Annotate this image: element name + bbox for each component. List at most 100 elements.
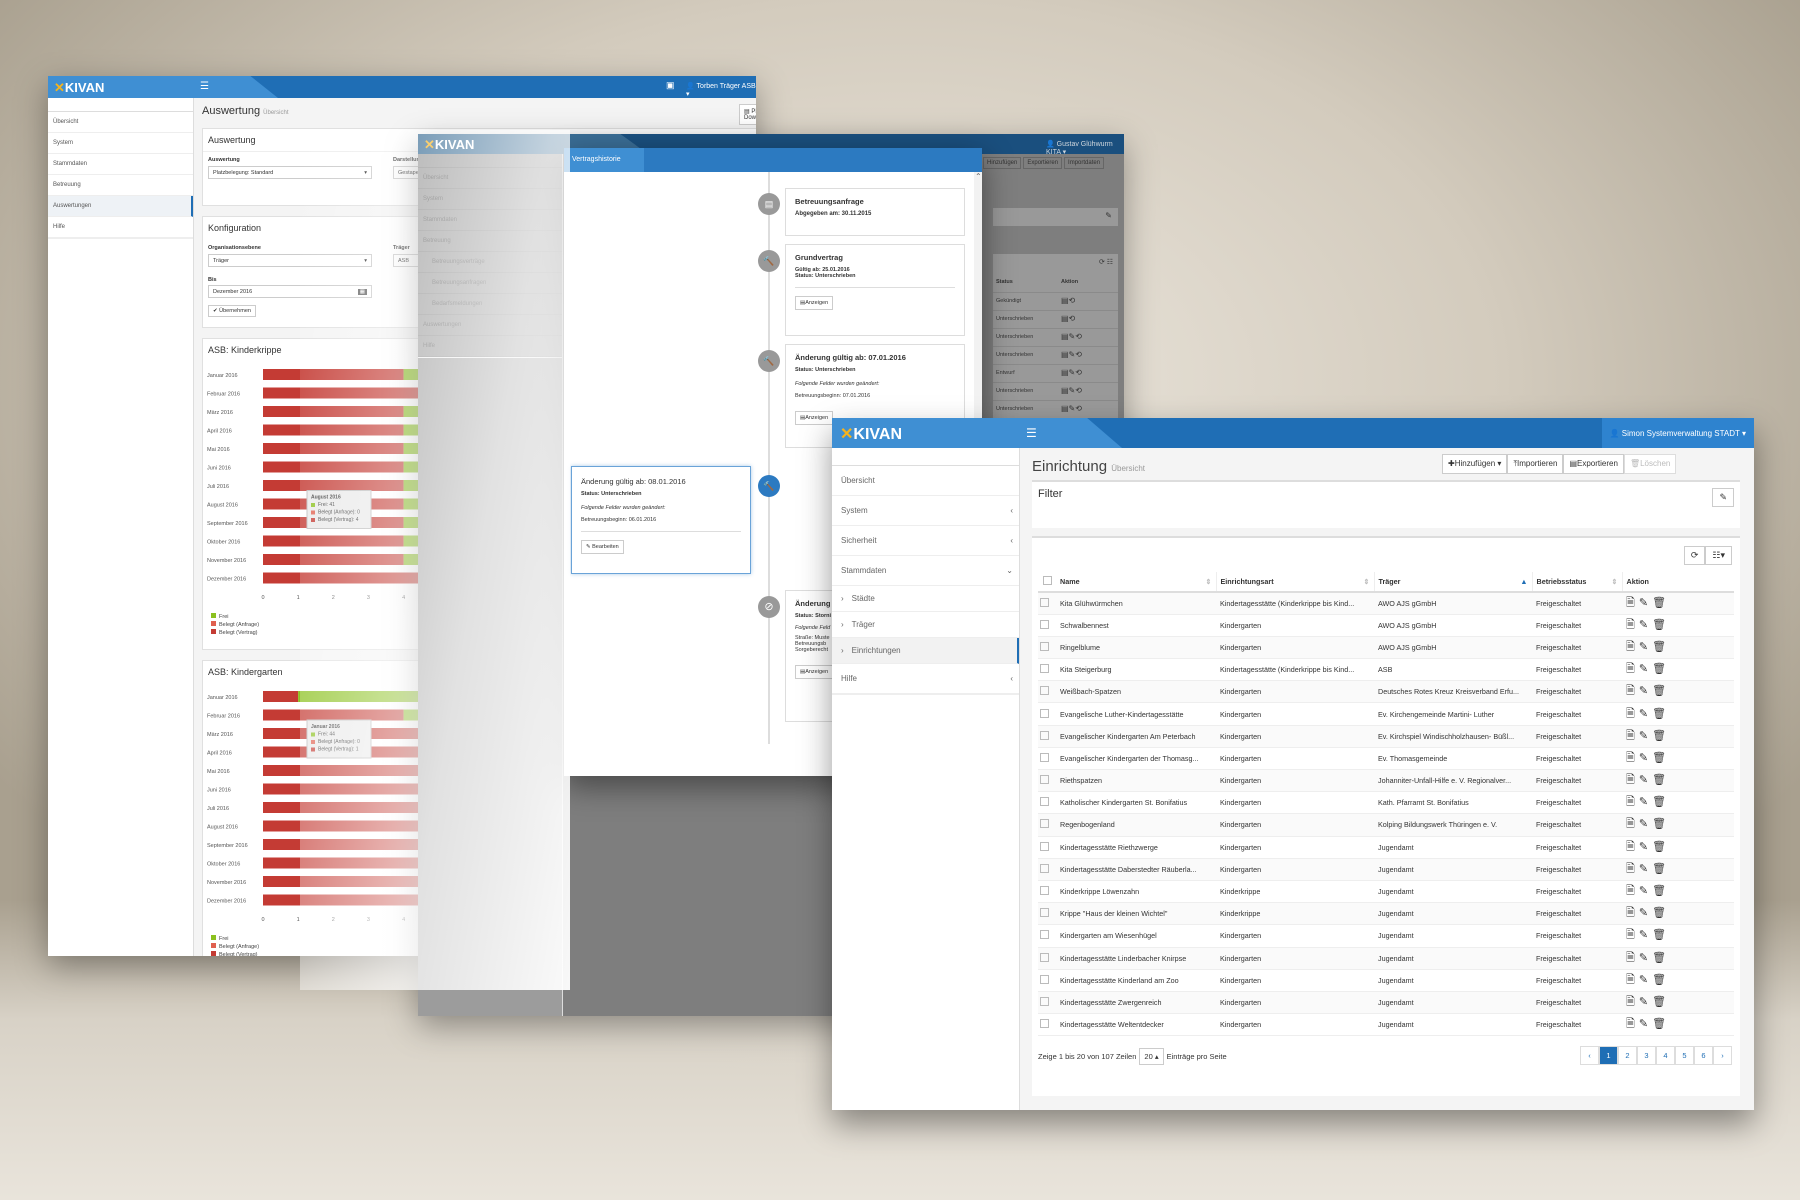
sidebar-item-auswertungen[interactable]: Auswertungen [48, 196, 193, 217]
bar-belegt-vertrag[interactable] [263, 443, 404, 454]
delete-button[interactable]: 🗑Löschen [1623, 454, 1677, 474]
sort-icon[interactable]: ⇕ [1363, 577, 1369, 586]
pdf-download-button[interactable]: ▤ PDF Download [739, 104, 756, 125]
column-header-betriebsstatus[interactable]: Betriebsstatus ⇕ [1531, 572, 1622, 592]
auswertung-select[interactable]: Platzbelegung: Standard ▾ [208, 166, 372, 179]
row-checkbox[interactable] [1040, 996, 1049, 1006]
sidebar-item-betreuungsvertraege[interactable]: Betreuungsverträge [418, 252, 562, 273]
user-menu[interactable]: 👤 Torben Träger ASB ▾ [686, 82, 756, 98]
row-checkbox[interactable] [1040, 730, 1049, 740]
trash-icon[interactable]: 🗑 [1652, 730, 1666, 742]
menu-toggle-icon[interactable]: ☰ [200, 81, 209, 92]
trash-icon[interactable]: 🗑 [1652, 641, 1666, 653]
row-checkbox[interactable] [1040, 597, 1049, 607]
row-checkbox[interactable] [1040, 686, 1049, 696]
table-row[interactable]: Unterschrieben ▤✎⟲ [993, 400, 1118, 418]
prev-page-button[interactable]: ‹ [1580, 1046, 1599, 1065]
bar-belegt-vertrag[interactable] [263, 765, 439, 776]
trash-icon[interactable]: 🗑 [1652, 952, 1666, 964]
sidebar-item-sicherheit[interactable]: Sicherheit ‹ [832, 526, 1019, 556]
trash-icon[interactable]: 🗑 [1652, 796, 1666, 808]
sidebar-item-stammdaten[interactable]: Stammdaten [48, 154, 193, 175]
table-row[interactable]: Kindergarten am Wiesenhügel Kindergarten J… [1038, 925, 1734, 947]
table-row[interactable]: Regenbogenland Kindergarten Kolping Bildun… [1038, 813, 1734, 837]
document-icon[interactable]: 🗎 [1626, 929, 1635, 941]
row-checkbox[interactable] [1040, 797, 1049, 807]
row-checkbox[interactable] [1040, 619, 1049, 629]
edit-icon[interactable]: ✎ [1639, 752, 1648, 764]
bar-belegt-vertrag[interactable] [263, 461, 404, 473]
edit-icon[interactable]: ✎ [1639, 1018, 1648, 1030]
edit-icon[interactable]: ✎ [1639, 730, 1648, 742]
select-all-checkbox[interactable] [1042, 576, 1052, 585]
anzeigen-button[interactable]: ▤Anzeigen [795, 296, 834, 310]
trash-icon[interactable]: 🗑 [1652, 929, 1666, 941]
row-checkbox[interactable] [1040, 752, 1049, 762]
table-row[interactable]: Kindertagesstätte Daberstedter Räuberla.… [1038, 858, 1734, 881]
document-icon[interactable]: 🗎 [1626, 841, 1635, 853]
row-checkbox[interactable] [1040, 1019, 1049, 1029]
sidebar-item-uebersicht[interactable]: Übersicht [418, 168, 562, 189]
table-row[interactable]: Kita Glühwürmchen Kindertagesstätte (Kind… [1038, 592, 1734, 615]
table-row[interactable]: Kindertagesstätte Weltentdecker Kindergar… [1038, 1014, 1734, 1036]
table-row[interactable]: Entwurf ▤✎⟲ [993, 364, 1118, 382]
table-row[interactable]: Ringelblume Kindergarten AWO AJS gGmbH Frei… [1038, 636, 1734, 659]
column-header-name[interactable]: Name ⇕ [1056, 572, 1216, 592]
trash-icon[interactable]: 🗑 [1652, 996, 1666, 1008]
action-icons[interactable]: ▤✎⟲ [1061, 332, 1082, 341]
action-icons[interactable]: ▤⟲ [1061, 314, 1075, 323]
sidebar-item-uebersicht[interactable]: Übersicht [832, 466, 1019, 496]
table-row[interactable]: Kindertagesstätte Kinderland am Zoo Kinde… [1038, 969, 1734, 992]
edit-icon[interactable]: ✎ [1639, 597, 1648, 609]
edit-icon[interactable]: ✎ [1639, 841, 1648, 853]
bar-belegt-vertrag[interactable] [263, 480, 404, 491]
bar-belegt-vertrag[interactable] [263, 406, 404, 417]
row-checkbox[interactable] [1040, 863, 1049, 873]
document-icon[interactable]: 🗎 [1626, 685, 1635, 697]
table-row[interactable]: Weißbach-Spatzen Kindergarten Deutsches Ro… [1038, 680, 1734, 703]
action-icons[interactable]: ▤✎⟲ [1061, 404, 1082, 413]
document-icon[interactable]: 🗎 [1626, 974, 1635, 986]
table-tools[interactable]: ⟳ ☷ [1099, 258, 1113, 266]
table-row[interactable]: Evangelischer Kindergarten der Thomasg..… [1038, 747, 1734, 770]
trash-icon[interactable]: 🗑 [1652, 841, 1666, 853]
toolbar-button-importdaten[interactable]: Importdaten [1064, 157, 1105, 169]
document-icon[interactable]: 🗎 [1626, 796, 1635, 808]
sort-icon[interactable]: ⇕ [1611, 577, 1617, 586]
table-row[interactable]: Gekündigt ▤⟲ [993, 292, 1118, 310]
bearbeiten-button[interactable]: ✎ Bearbeiten [581, 540, 624, 554]
sidebar-item-betreuung[interactable]: Betreuung [48, 175, 193, 196]
action-icons[interactable]: ▤✎⟲ [1061, 386, 1082, 395]
import-button[interactable]: ⤒Importieren [1507, 454, 1564, 474]
edit-icon[interactable]: ✎ [1639, 885, 1648, 897]
sidebar-item-staedte[interactable]: › Städte [832, 586, 1019, 612]
action-icons[interactable]: ▤✎⟲ [1061, 368, 1082, 377]
document-icon[interactable]: 🗎 [1626, 597, 1635, 609]
table-row[interactable]: Katholischer Kindergarten St. Bonifatius… [1038, 792, 1734, 814]
anzeigen-button[interactable]: ▤Anzeigen [795, 665, 834, 679]
document-icon[interactable]: 🗎 [1626, 663, 1635, 675]
table-row[interactable]: Unterschrieben ▤⟲ [993, 310, 1118, 328]
trash-icon[interactable]: 🗑 [1652, 597, 1666, 609]
sidebar-item-uebersicht[interactable]: Übersicht [48, 112, 193, 133]
toolbar-button-hinzufuegen[interactable]: Hinzufügen [983, 157, 1022, 169]
document-icon[interactable]: 🗎 [1626, 885, 1635, 897]
sidebar-item-system[interactable]: System [418, 189, 562, 210]
next-page-button[interactable]: › [1713, 1046, 1732, 1065]
trash-icon[interactable]: 🗑 [1652, 974, 1666, 986]
edit-icon[interactable]: ✎ [1639, 974, 1648, 986]
notification-icon[interactable]: ▣ [666, 80, 675, 91]
table-row[interactable]: Unterschrieben ▤✎⟲ [993, 328, 1118, 346]
trash-icon[interactable]: 🗑 [1652, 885, 1666, 897]
row-checkbox[interactable] [1040, 819, 1049, 829]
bar-belegt-vertrag[interactable] [263, 709, 404, 721]
document-icon[interactable]: 🗎 [1626, 619, 1635, 631]
trash-icon[interactable]: 🗑 [1652, 774, 1666, 786]
trash-icon[interactable]: 🗑 [1652, 752, 1666, 764]
document-icon[interactable]: 🗎 [1626, 752, 1635, 764]
export-button[interactable]: ▤Exportieren [1563, 454, 1624, 474]
row-checkbox[interactable] [1040, 908, 1049, 918]
row-checkbox[interactable] [1040, 930, 1049, 940]
sidebar-item-hilfe[interactable]: Hilfe ‹ [832, 664, 1019, 694]
bar-belegt-vertrag[interactable] [263, 387, 439, 399]
